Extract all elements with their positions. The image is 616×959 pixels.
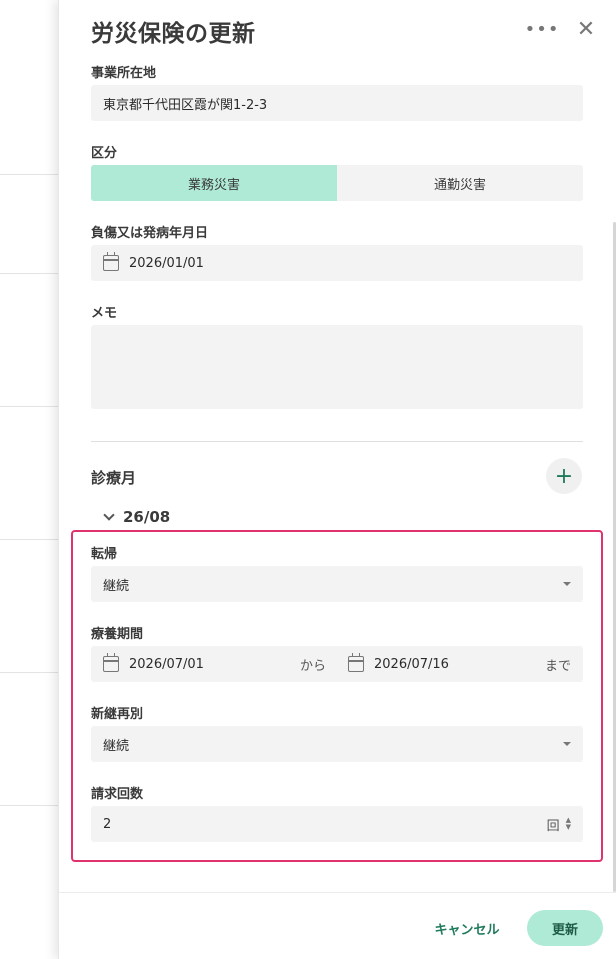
injury-date-label: 負傷又は発病年月日 [91, 226, 209, 241]
update-dialog: 労災保険の更新 ••• ✕ 事業所在地 東京都千代田区霞が関1-2-3 区分 業… [58, 0, 616, 959]
chevron-down-icon [103, 508, 115, 521]
dialog-title: 労災保険の更新 [91, 21, 256, 47]
background-row-divider [0, 805, 60, 806]
period-end-input[interactable]: 2026/07/16 [374, 657, 449, 672]
new-continue-value: 継続 [103, 738, 130, 754]
office-address-value: 東京都千代田区霞が関1-2-3 [103, 97, 268, 113]
treatment-period-label: 療養期間 [91, 627, 144, 642]
treatment-period-field: 2026/07/01 から 2026/07/16 まで [91, 646, 583, 682]
period-until-text: まで [544, 658, 571, 674]
dropdown-arrow-icon [563, 582, 571, 586]
claim-count-input[interactable]: 2 回 ▲ ▼ [91, 806, 583, 842]
cancel-button[interactable]: キャンセル [427, 910, 507, 946]
claim-count-value: 2 [103, 816, 112, 832]
calendar-icon [103, 653, 119, 672]
memo-label: メモ [91, 306, 118, 321]
office-address-label: 事業所在地 [91, 66, 157, 81]
update-button[interactable]: 更新 [527, 910, 603, 946]
add-month-button[interactable]: + [546, 458, 582, 494]
category-segmented-control: 業務災害 通勤災害 [91, 165, 583, 201]
calendar-icon [103, 252, 119, 271]
injury-date-value: 2026/01/01 [129, 255, 204, 271]
background-list [0, 0, 60, 959]
outcome-label: 転帰 [91, 547, 118, 562]
background-row-divider [0, 672, 60, 673]
claim-count-label: 請求回数 [91, 787, 144, 802]
background-row-divider [0, 273, 60, 274]
close-icon[interactable]: ✕ [573, 16, 599, 42]
outcome-select[interactable]: 継続 [91, 566, 583, 602]
stepper-arrows-icon[interactable]: ▲ ▼ [566, 817, 571, 831]
footer-divider [59, 892, 616, 893]
period-from-text: から [299, 658, 326, 674]
office-address-field[interactable]: 東京都千代田区霞が関1-2-3 [91, 85, 583, 121]
claim-count-stepper[interactable]: 回 ▲ ▼ [547, 815, 571, 834]
category-option-commute[interactable]: 通勤災害 [337, 165, 583, 201]
injury-date-field[interactable]: 2026/01/01 [91, 245, 583, 281]
outcome-value: 継続 [103, 578, 130, 594]
month-value: 26/08 [123, 508, 171, 526]
new-continue-select[interactable]: 継続 [91, 726, 583, 762]
category-option-work[interactable]: 業務災害 [91, 165, 337, 201]
category-label: 区分 [91, 146, 118, 161]
plus-icon: + [554, 463, 574, 489]
section-divider [91, 441, 583, 442]
memo-textarea[interactable] [91, 325, 583, 409]
period-start-input[interactable]: 2026/07/01 [129, 657, 204, 672]
background-row-divider [0, 174, 60, 175]
more-horizontal-icon[interactable]: ••• [525, 16, 559, 42]
month-collapse-toggle[interactable]: 26/08 [103, 508, 171, 526]
treatment-month-title: 診療月 [91, 469, 137, 487]
new-continue-label: 新継再別 [91, 707, 144, 722]
background-row-divider [0, 539, 60, 540]
calendar-icon [348, 653, 364, 672]
dropdown-arrow-icon [563, 742, 571, 746]
claim-count-unit: 回 [546, 818, 560, 834]
background-row-divider [0, 406, 60, 407]
